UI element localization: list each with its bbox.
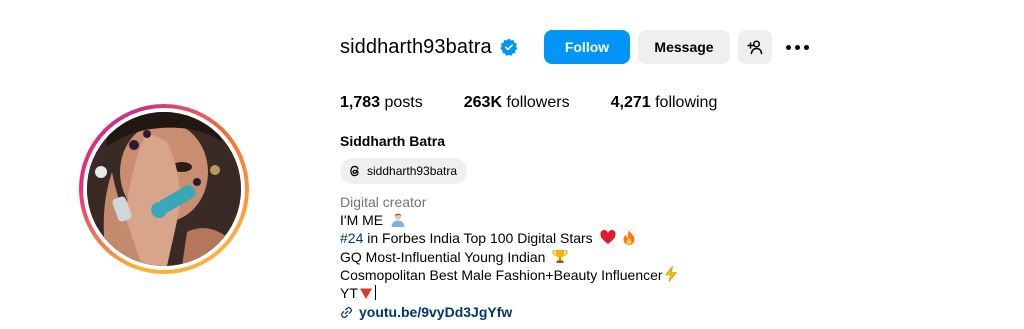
message-button[interactable]: Message [638, 30, 730, 64]
posts-count: 1,783 [340, 94, 381, 111]
following-count: 4,271 [610, 94, 651, 111]
bio-line-text: in Forbes India Top 100 Digital Stars [363, 230, 593, 247]
bio-link-text[interactable]: youtu.be/9vyDd3JgYfw [359, 303, 512, 321]
bio-line-text: Cosmopolitan Best Male Fashion+Beauty In… [340, 266, 663, 283]
lightning-emoji-icon [664, 265, 677, 282]
followers-link[interactable]: 263K followers [464, 94, 570, 112]
username: siddharth93batra [340, 35, 492, 58]
dot-icon [785, 44, 791, 50]
link-icon [341, 306, 352, 318]
dot-icon [803, 44, 809, 50]
bio-link[interactable]: youtu.be/9vyDd3JgYfw [340, 303, 678, 321]
bio: Digital creator I'M ME #24 in Forbes Ind… [340, 193, 678, 321]
suggested-users-button[interactable] [738, 30, 772, 64]
bio-line-text: I'M ME [340, 212, 384, 229]
follow-button[interactable]: Follow [544, 30, 630, 64]
red-heart-emoji-icon [600, 230, 616, 245]
trophy-emoji-icon [552, 249, 569, 263]
profile-avatar[interactable] [87, 112, 241, 266]
add-user-icon [747, 40, 763, 55]
posts-stat: 1,783 posts [340, 94, 423, 112]
bio-line: #24 in Forbes India Top 100 Digital Star… [340, 229, 678, 247]
posts-label: posts [384, 94, 423, 111]
bio-line: Cosmopolitan Best Male Fashion+Beauty In… [340, 265, 678, 284]
following-link[interactable]: 4,271 following [611, 94, 718, 112]
profile-avatar-ring[interactable] [79, 104, 249, 274]
followers-count: 263K [463, 94, 502, 111]
hashtag-link[interactable]: #24 [340, 230, 363, 246]
threads-badge[interactable]: siddharth93batra [340, 158, 468, 184]
bio-line: YT [340, 284, 678, 302]
threads-handle: siddharth93batra [367, 164, 458, 178]
category-label: Digital creator [340, 194, 427, 210]
bio-line-text: YT [340, 285, 358, 302]
fire-emoji-icon [623, 230, 635, 246]
text-cursor [374, 285, 376, 301]
red-triangle-down-emoji-icon [359, 288, 372, 300]
person-emoji-icon [391, 213, 405, 228]
avatar-photo-illustration [87, 112, 241, 266]
more-options-button[interactable] [783, 38, 811, 56]
avatar-border [83, 108, 245, 270]
followers-label: followers [506, 94, 570, 111]
verified-badge-icon [500, 38, 518, 56]
full-name: Siddharth Batra [340, 133, 446, 149]
username-row: siddharth93batra [340, 30, 518, 64]
dot-icon [794, 44, 800, 50]
bio-line-text: GQ Most-Influential Young Indian [340, 248, 546, 265]
bio-line: GQ Most-Influential Young Indian [340, 248, 678, 266]
bio-line: I'M ME [340, 211, 678, 229]
threads-icon [350, 165, 359, 177]
profile-stats: 1,783 posts 263K followers 4,271 followi… [340, 94, 758, 112]
following-label: following [655, 94, 718, 111]
